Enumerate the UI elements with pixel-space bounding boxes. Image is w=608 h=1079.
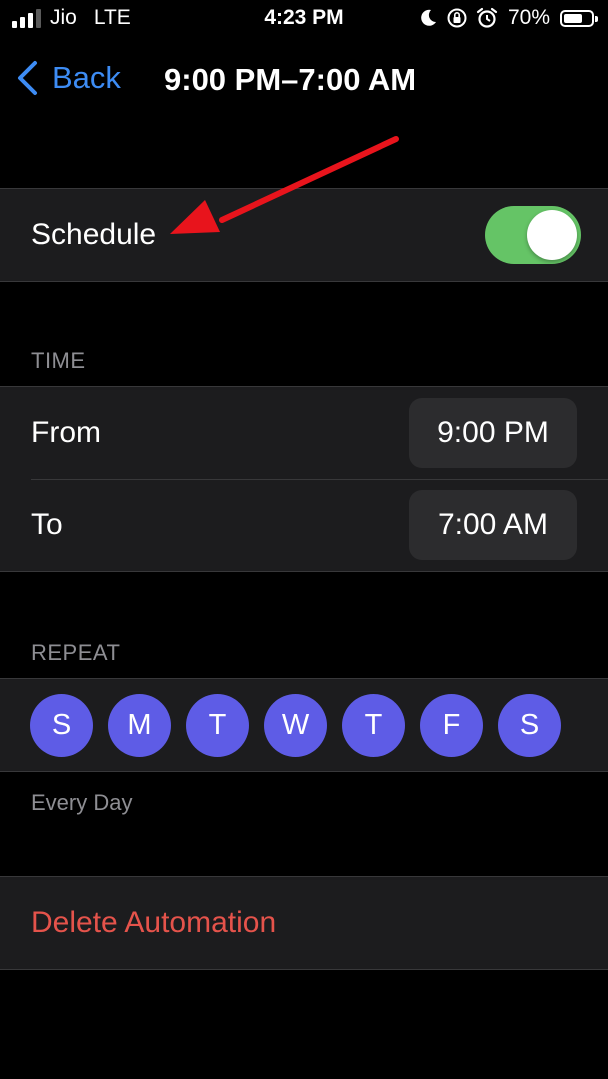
repeat-group: S M T W T F S	[0, 678, 608, 772]
day-saturday[interactable]: S	[498, 693, 561, 757]
battery-percent: 70%	[507, 6, 550, 29]
delete-group: Delete Automation	[0, 876, 608, 970]
from-row: From 9:00 PM	[0, 387, 608, 479]
schedule-group: Schedule	[0, 188, 608, 282]
battery-icon	[560, 9, 598, 27]
day-monday[interactable]: M	[108, 693, 171, 757]
screen: Jio LTE 4:23 PM 70% Back 9:00 PM–7:00 AM…	[0, 0, 608, 1079]
navigation-bar: Back 9:00 PM–7:00 AM	[0, 52, 608, 108]
day-wednesday[interactable]: W	[264, 693, 327, 757]
day-thursday[interactable]: T	[342, 693, 405, 757]
toggle-knob	[527, 210, 577, 260]
to-row: To 7:00 AM	[0, 479, 608, 571]
back-button[interactable]: Back	[16, 60, 121, 96]
delete-row[interactable]: Delete Automation	[0, 877, 608, 969]
moon-icon	[421, 9, 436, 26]
day-tuesday[interactable]: T	[186, 693, 249, 757]
chevron-left-icon	[18, 61, 37, 95]
to-time-picker[interactable]: 7:00 AM	[409, 490, 577, 560]
day-sunday[interactable]: S	[30, 693, 93, 757]
status-bar: Jio LTE 4:23 PM 70%	[0, 0, 608, 40]
from-label: From	[31, 416, 101, 449]
repeat-footer: Every Day	[31, 790, 133, 815]
schedule-toggle[interactable]	[485, 206, 581, 264]
day-selector: S M T W T F S	[0, 679, 608, 771]
schedule-label: Schedule	[31, 218, 157, 251]
time-section-header: TIME	[31, 348, 86, 373]
back-label: Back	[52, 60, 121, 95]
from-time-picker[interactable]: 9:00 PM	[409, 398, 577, 468]
repeat-section-header: REPEAT	[31, 640, 121, 665]
alarm-icon	[476, 7, 498, 28]
page-title: 9:00 PM–7:00 AM	[164, 62, 417, 97]
status-right: 70%	[418, 6, 598, 30]
day-friday[interactable]: F	[420, 693, 483, 757]
time-group: From 9:00 PM To 7:00 AM	[0, 386, 608, 572]
delete-automation-button[interactable]: Delete Automation	[31, 906, 276, 940]
orientation-lock-icon	[447, 8, 467, 28]
to-label: To	[31, 508, 63, 541]
schedule-row: Schedule	[0, 189, 608, 281]
